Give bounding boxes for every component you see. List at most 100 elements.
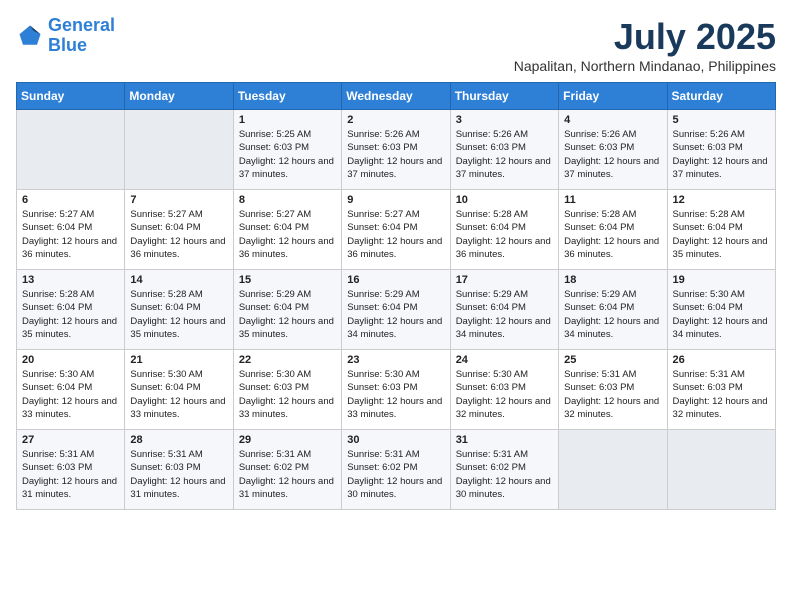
day-number: 20 <box>22 354 119 366</box>
weekday-header-friday: Friday <box>559 83 667 110</box>
day-number: 13 <box>22 274 119 286</box>
day-info: Sunrise: 5:31 AMSunset: 6:03 PMDaylight:… <box>564 368 661 421</box>
day-number: 14 <box>130 274 227 286</box>
day-number: 11 <box>564 194 661 206</box>
calendar-cell: 28Sunrise: 5:31 AMSunset: 6:03 PMDayligh… <box>125 430 233 510</box>
day-number: 25 <box>564 354 661 366</box>
day-info: Sunrise: 5:31 AMSunset: 6:02 PMDaylight:… <box>239 448 336 501</box>
calendar-cell: 25 Sunrise: 5:31 AMSunset: 6:03 PMDayligh… <box>559 350 667 430</box>
day-number: 19 <box>673 274 770 286</box>
day-number: 3 <box>456 114 553 126</box>
weekday-header-thursday: Thursday <box>450 83 558 110</box>
day-number: 9 <box>347 194 444 206</box>
day-number: 1 <box>239 114 336 126</box>
calendar-cell <box>17 110 125 190</box>
day-number: 5 <box>673 114 770 126</box>
logo: General Blue <box>16 16 115 56</box>
day-info: Sunrise: 5:30 AMSunset: 6:03 PMDaylight:… <box>239 368 336 421</box>
day-info: Sunrise: 5:25 AMSunset: 6:03 PMDaylight:… <box>239 128 336 181</box>
weekday-header-saturday: Saturday <box>667 83 775 110</box>
day-number: 21 <box>130 354 227 366</box>
calendar-week-row: 13 Sunrise: 5:28 AMSunset: 6:04 PMDayligh… <box>17 270 776 350</box>
day-number: 12 <box>673 194 770 206</box>
day-number: 26 <box>673 354 770 366</box>
day-info: Sunrise: 5:31 AMSunset: 6:03 PMDaylight:… <box>673 368 770 421</box>
day-info: Sunrise: 5:31 AMSunset: 6:02 PMDaylight:… <box>347 448 444 501</box>
day-info: Sunrise: 5:26 AMSunset: 6:03 PMDaylight:… <box>673 128 770 181</box>
day-number: 8 <box>239 194 336 206</box>
day-number: 18 <box>564 274 661 286</box>
day-info: Sunrise: 5:29 AMSunset: 6:04 PMDaylight:… <box>347 288 444 341</box>
calendar-table: SundayMondayTuesdayWednesdayThursdayFrid… <box>16 82 776 510</box>
calendar-cell: 19Sunrise: 5:30 AMSunset: 6:04 PMDayligh… <box>667 270 775 350</box>
calendar-cell <box>667 430 775 510</box>
day-info: Sunrise: 5:29 AMSunset: 6:04 PMDaylight:… <box>456 288 553 341</box>
calendar-cell: 9Sunrise: 5:27 AMSunset: 6:04 PMDaylight… <box>342 190 450 270</box>
calendar-cell <box>559 430 667 510</box>
logo-icon <box>16 22 44 50</box>
day-info: Sunrise: 5:26 AMSunset: 6:03 PMDaylight:… <box>456 128 553 181</box>
day-info: Sunrise: 5:28 AMSunset: 6:04 PMDaylight:… <box>22 288 119 341</box>
calendar-week-row: 27 Sunrise: 5:31 AMSunset: 6:03 PMDayligh… <box>17 430 776 510</box>
day-info: Sunrise: 5:30 AMSunset: 6:04 PMDaylight:… <box>130 368 227 421</box>
calendar-cell: 16 Sunrise: 5:29 AMSunset: 6:04 PMDayligh… <box>342 270 450 350</box>
day-number: 17 <box>456 274 553 286</box>
calendar-cell: 26 Sunrise: 5:31 AMSunset: 6:03 PMDayligh… <box>667 350 775 430</box>
day-number: 29 <box>239 434 336 446</box>
calendar-cell: 3 Sunrise: 5:26 AMSunset: 6:03 PMDaylight… <box>450 110 558 190</box>
day-number: 24 <box>456 354 553 366</box>
day-number: 10 <box>456 194 553 206</box>
day-info: Sunrise: 5:26 AMSunset: 6:03 PMDaylight:… <box>564 128 661 181</box>
calendar-cell: 29 Sunrise: 5:31 AMSunset: 6:02 PMDayligh… <box>233 430 341 510</box>
calendar-cell: 31 Sunrise: 5:31 AMSunset: 6:02 PMDayligh… <box>450 430 558 510</box>
calendar-cell: 11Sunrise: 5:28 AMSunset: 6:04 PMDayligh… <box>559 190 667 270</box>
calendar-cell: 24 Sunrise: 5:30 AMSunset: 6:03 PMDayligh… <box>450 350 558 430</box>
day-info: Sunrise: 5:27 AMSunset: 6:04 PMDaylight:… <box>239 208 336 261</box>
day-info: Sunrise: 5:30 AMSunset: 6:03 PMDaylight:… <box>347 368 444 421</box>
day-number: 7 <box>130 194 227 206</box>
logo-line2: Blue <box>48 35 87 55</box>
day-number: 30 <box>347 434 444 446</box>
day-number: 27 <box>22 434 119 446</box>
calendar-cell: 15Sunrise: 5:29 AMSunset: 6:04 PMDayligh… <box>233 270 341 350</box>
day-number: 28 <box>130 434 227 446</box>
calendar-cell: 27 Sunrise: 5:31 AMSunset: 6:03 PMDayligh… <box>17 430 125 510</box>
location-subtitle: Napalitan, Northern Mindanao, Philippine… <box>514 58 776 74</box>
calendar-cell: 1 Sunrise: 5:25 AMSunset: 6:03 PMDaylight… <box>233 110 341 190</box>
calendar-cell: 2Sunrise: 5:26 AMSunset: 6:03 PMDaylight… <box>342 110 450 190</box>
calendar-cell: 8 Sunrise: 5:27 AMSunset: 6:04 PMDaylight… <box>233 190 341 270</box>
month-title: July 2025 <box>514 16 776 58</box>
calendar-cell: 5 Sunrise: 5:26 AMSunset: 6:03 PMDaylight… <box>667 110 775 190</box>
weekday-header-tuesday: Tuesday <box>233 83 341 110</box>
day-info: Sunrise: 5:29 AMSunset: 6:04 PMDaylight:… <box>564 288 661 341</box>
calendar-cell: 22 Sunrise: 5:30 AMSunset: 6:03 PMDayligh… <box>233 350 341 430</box>
day-info: Sunrise: 5:28 AMSunset: 6:04 PMDaylight:… <box>673 208 770 261</box>
weekday-header-sunday: Sunday <box>17 83 125 110</box>
day-info: Sunrise: 5:26 AMSunset: 6:03 PMDaylight:… <box>347 128 444 181</box>
calendar-cell: 12 Sunrise: 5:28 AMSunset: 6:04 PMDayligh… <box>667 190 775 270</box>
day-info: Sunrise: 5:31 AMSunset: 6:03 PMDaylight:… <box>22 448 119 501</box>
day-info: Sunrise: 5:30 AMSunset: 6:04 PMDaylight:… <box>22 368 119 421</box>
day-number: 22 <box>239 354 336 366</box>
day-number: 6 <box>22 194 119 206</box>
calendar-cell: 20 Sunrise: 5:30 AMSunset: 6:04 PMDayligh… <box>17 350 125 430</box>
calendar-cell: 14 Sunrise: 5:28 AMSunset: 6:04 PMDayligh… <box>125 270 233 350</box>
title-block: July 2025 Napalitan, Northern Mindanao, … <box>514 16 776 74</box>
logo-line1: General <box>48 15 115 35</box>
day-info: Sunrise: 5:30 AMSunset: 6:03 PMDaylight:… <box>456 368 553 421</box>
day-info: Sunrise: 5:28 AMSunset: 6:04 PMDaylight:… <box>130 288 227 341</box>
calendar-week-row: 1 Sunrise: 5:25 AMSunset: 6:03 PMDaylight… <box>17 110 776 190</box>
day-number: 16 <box>347 274 444 286</box>
page-header: General Blue July 2025 Napalitan, Northe… <box>16 16 776 74</box>
day-number: 23 <box>347 354 444 366</box>
calendar-cell <box>125 110 233 190</box>
day-number: 31 <box>456 434 553 446</box>
day-info: Sunrise: 5:27 AMSunset: 6:04 PMDaylight:… <box>22 208 119 261</box>
calendar-body: 1 Sunrise: 5:25 AMSunset: 6:03 PMDaylight… <box>17 110 776 510</box>
calendar-cell: 6 Sunrise: 5:27 AMSunset: 6:04 PMDaylight… <box>17 190 125 270</box>
day-info: Sunrise: 5:28 AMSunset: 6:04 PMDaylight:… <box>456 208 553 261</box>
calendar-cell: 7Sunrise: 5:27 AMSunset: 6:04 PMDaylight… <box>125 190 233 270</box>
day-info: Sunrise: 5:31 AMSunset: 6:02 PMDaylight:… <box>456 448 553 501</box>
weekday-header-wednesday: Wednesday <box>342 83 450 110</box>
calendar-cell: 23 Sunrise: 5:30 AMSunset: 6:03 PMDayligh… <box>342 350 450 430</box>
